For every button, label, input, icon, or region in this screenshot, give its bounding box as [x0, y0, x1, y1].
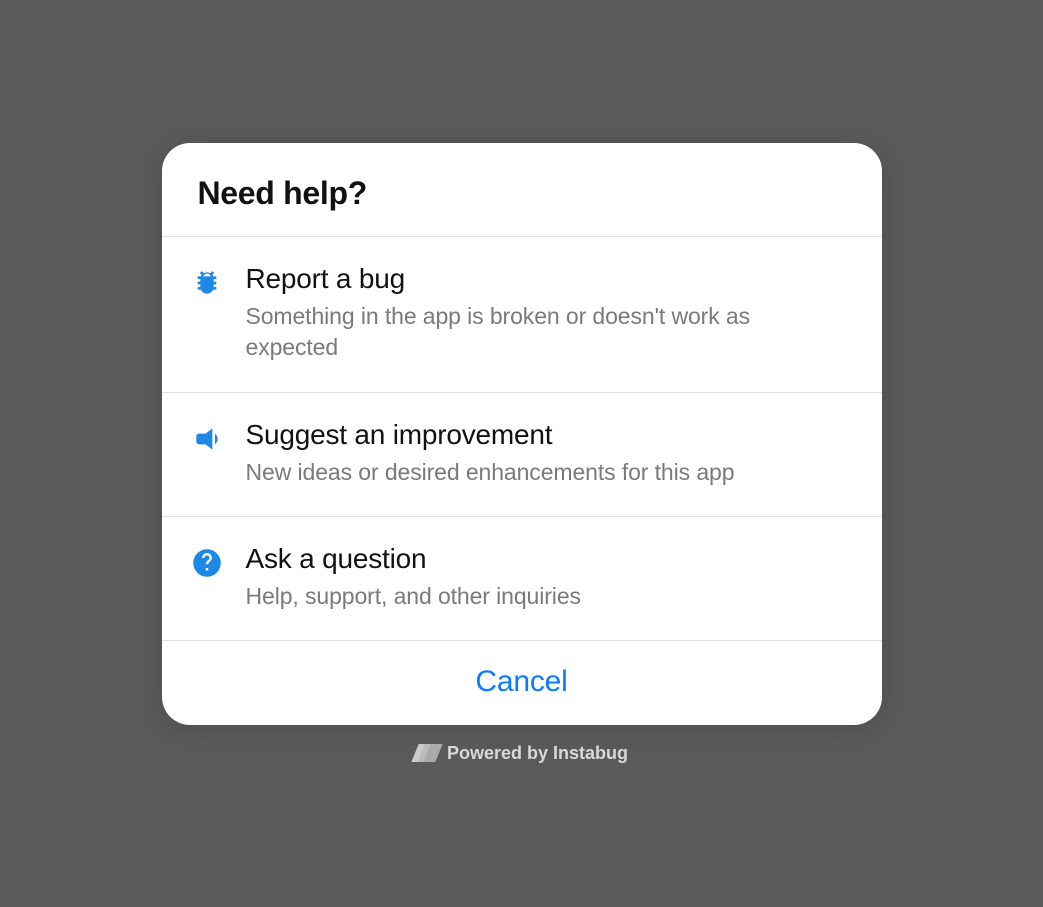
option-title: Suggest an improvement: [246, 419, 846, 451]
modal-header: Need help?: [162, 143, 882, 237]
option-description: Help, support, and other inquiries: [246, 581, 846, 612]
option-content: Report a bug Something in the app is bro…: [246, 263, 846, 363]
option-report-bug[interactable]: Report a bug Something in the app is bro…: [162, 237, 882, 392]
bug-icon: [190, 266, 224, 300]
modal-title: Need help?: [198, 175, 846, 212]
cancel-label: Cancel: [475, 665, 567, 698]
help-modal: Need help? Report a bug Something in the…: [162, 143, 882, 724]
footer-text: Powered by Instabug: [447, 743, 628, 764]
option-title: Ask a question: [246, 543, 846, 575]
question-icon: [190, 546, 224, 580]
option-content: Ask a question Help, support, and other …: [246, 543, 846, 612]
option-content: Suggest an improvement New ideas or desi…: [246, 419, 846, 488]
option-title: Report a bug: [246, 263, 846, 295]
instabug-logo-icon: [415, 744, 437, 762]
megaphone-icon: [190, 422, 224, 456]
option-description: New ideas or desired enhancements for th…: [246, 457, 846, 488]
option-description: Something in the app is broken or doesn'…: [246, 301, 846, 363]
option-ask-question[interactable]: Ask a question Help, support, and other …: [162, 517, 882, 641]
powered-by-footer: Powered by Instabug: [415, 743, 628, 764]
cancel-button[interactable]: Cancel: [162, 641, 882, 725]
option-suggest-improvement[interactable]: Suggest an improvement New ideas or desi…: [162, 393, 882, 517]
